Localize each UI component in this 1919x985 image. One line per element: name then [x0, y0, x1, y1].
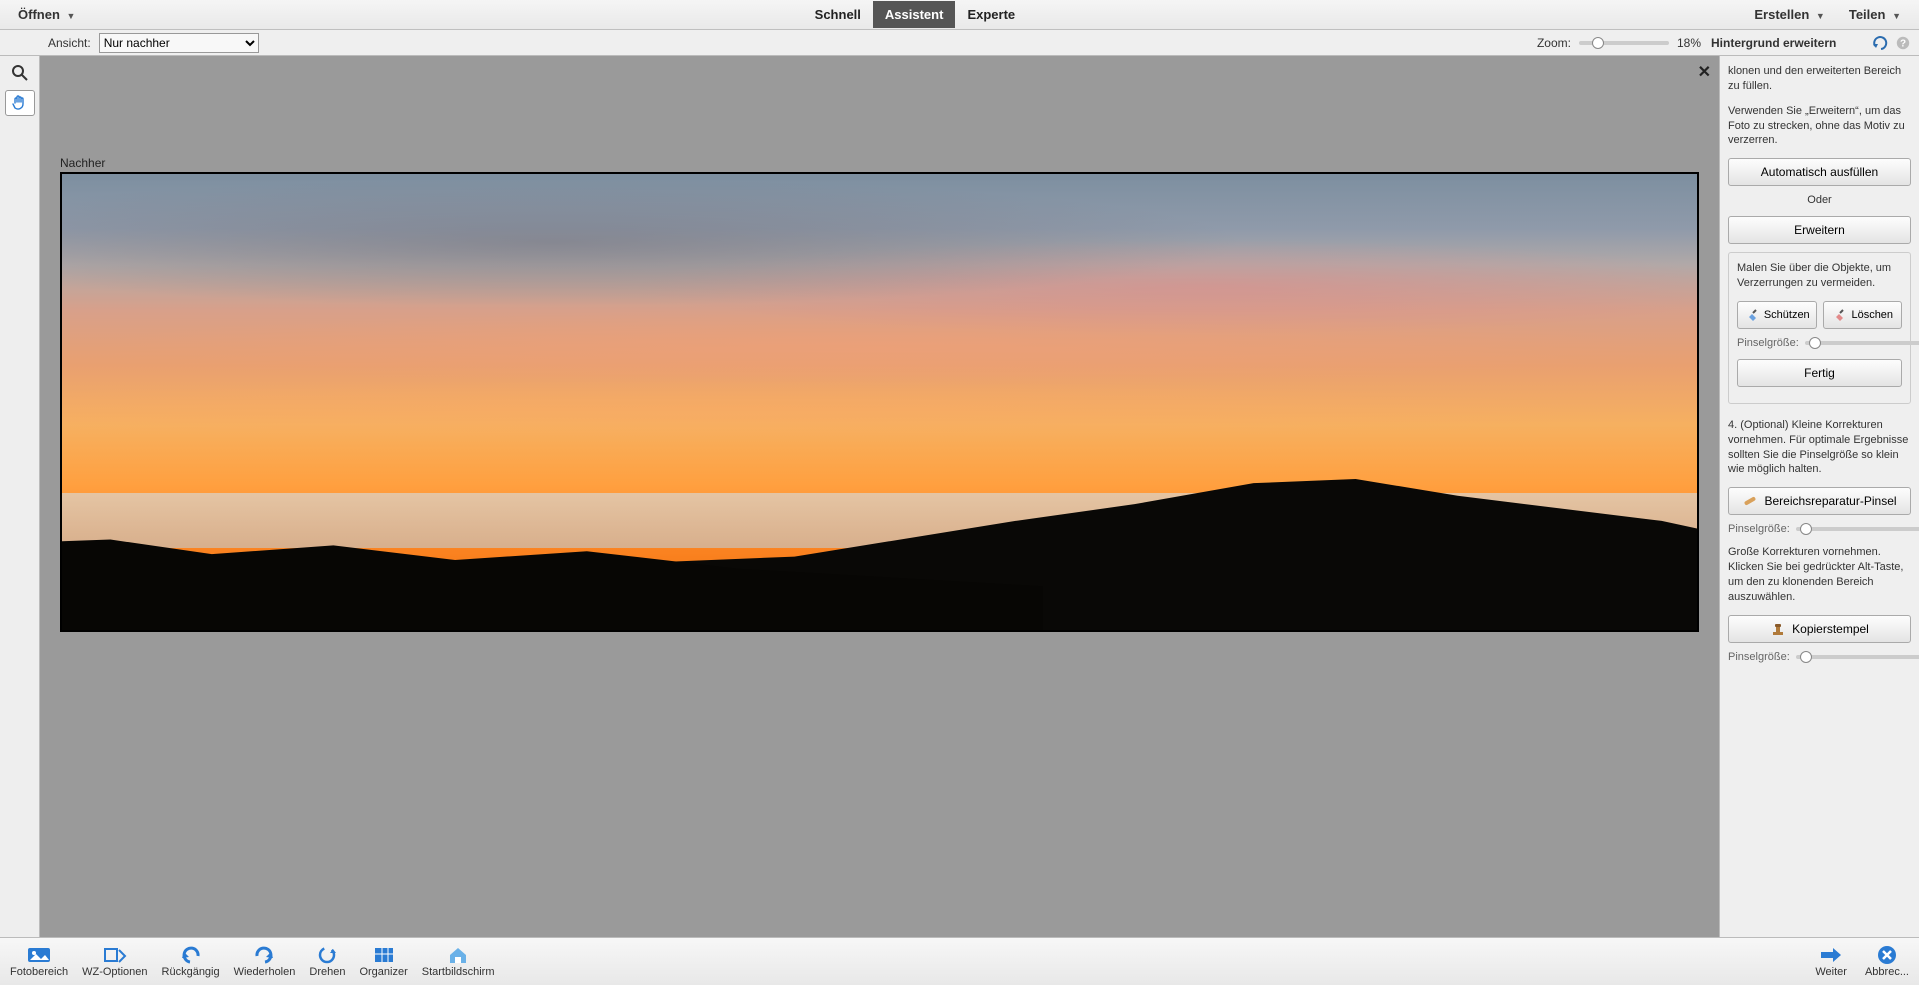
- brush-size-label-3: Pinselgröße:: [1728, 651, 1790, 663]
- paint-hint: Malen Sie über die Objekte, um Verzerrun…: [1737, 261, 1902, 291]
- rotate-button[interactable]: Drehen: [309, 945, 345, 978]
- create-label: Erstellen: [1754, 7, 1809, 22]
- close-document-icon[interactable]: ✕: [1698, 62, 1711, 82]
- zoom-slider[interactable]: [1579, 41, 1669, 45]
- rotate-icon: [314, 945, 340, 965]
- undo-icon: [178, 945, 204, 965]
- svg-text:?: ?: [1900, 38, 1906, 49]
- open-menu[interactable]: Öffnen ▼: [8, 3, 85, 26]
- create-menu[interactable]: Erstellen ▼: [1744, 3, 1834, 26]
- help-icon[interactable]: ?: [1895, 35, 1911, 51]
- zoom-tool[interactable]: [5, 60, 35, 86]
- auto-fill-button[interactable]: Automatisch ausfüllen: [1728, 158, 1911, 186]
- brush-icon: [1744, 308, 1758, 322]
- open-label: Öffnen: [18, 7, 60, 22]
- redo-button[interactable]: Wiederholen: [234, 945, 296, 978]
- big-correction-text: Große Korrekturen vornehmen. Klicken Sie…: [1728, 545, 1911, 604]
- spot-heal-button[interactable]: Bereichsreparatur-Pinsel: [1728, 487, 1911, 515]
- task-bar: Fotobereich WZ-Optionen Rückgängig Wiede…: [0, 937, 1919, 985]
- reset-icon[interactable]: [1873, 35, 1889, 51]
- organizer-button[interactable]: Organizer: [359, 945, 407, 978]
- main-area: ✕ Nachher klonen und den erweiterten Ber…: [0, 56, 1919, 937]
- after-label: Nachher: [60, 156, 105, 170]
- next-button[interactable]: Weiter: [1815, 945, 1847, 978]
- photo-bin-icon: [26, 945, 52, 965]
- caret-down-icon: ▼: [1892, 11, 1901, 21]
- brush-size-slider-3[interactable]: [1796, 655, 1919, 659]
- brush-size-slider-2[interactable]: [1796, 527, 1919, 531]
- tab-expert[interactable]: Experte: [955, 1, 1027, 28]
- photo-preview: [60, 172, 1699, 632]
- clone-stamp-button[interactable]: Kopierstempel: [1728, 615, 1911, 643]
- view-label: Ansicht:: [48, 36, 91, 50]
- cancel-icon: [1874, 945, 1900, 965]
- brush-size-label: Pinselgröße:: [1737, 337, 1799, 349]
- caret-down-icon: ▼: [1816, 11, 1825, 21]
- guided-panel: klonen und den erweiterten Bereich zu fü…: [1719, 56, 1919, 937]
- zoom-value: 18%: [1677, 36, 1701, 50]
- cancel-button[interactable]: Abbrec...: [1865, 945, 1909, 978]
- brush-size-slider-1[interactable]: [1805, 341, 1919, 345]
- share-label: Teilen: [1849, 7, 1886, 22]
- step4-text: 4. (Optional) Kleine Korrekturen vornehm…: [1728, 418, 1911, 477]
- zoom-label: Zoom:: [1537, 36, 1571, 50]
- redo-icon: [251, 945, 277, 965]
- eraser-icon: [1831, 308, 1845, 322]
- top-menu-bar: Öffnen ▼ Schnell Assistent Experte Erste…: [0, 0, 1919, 30]
- home-icon: [445, 945, 471, 965]
- paint-protect-box: Malen Sie über die Objekte, um Verzerrun…: [1728, 252, 1911, 404]
- extend-button[interactable]: Erweitern: [1728, 216, 1911, 244]
- canvas-area[interactable]: ✕ Nachher: [40, 56, 1719, 937]
- panel-title: Hintergrund erweitern: [1711, 36, 1867, 50]
- tool-options-icon: [102, 945, 128, 965]
- photo-bin-button[interactable]: Fotobereich: [10, 945, 68, 978]
- panel-text-clone: klonen und den erweiterten Bereich zu fü…: [1728, 64, 1911, 94]
- undo-button[interactable]: Rückgängig: [162, 945, 220, 978]
- tool-strip: [0, 56, 40, 937]
- done-button[interactable]: Fertig: [1737, 359, 1902, 387]
- or-label: Oder: [1728, 194, 1911, 206]
- caret-down-icon: ▼: [67, 11, 76, 21]
- protect-button[interactable]: Schützen: [1737, 301, 1817, 329]
- tab-guided[interactable]: Assistent: [873, 1, 956, 28]
- tool-options-button[interactable]: WZ-Optionen: [82, 945, 147, 978]
- options-bar: Ansicht: Nur nachher Zoom: 18% Hintergru…: [0, 30, 1919, 56]
- home-button[interactable]: Startbildschirm: [422, 945, 495, 978]
- brush-size-label-2: Pinselgröße:: [1728, 523, 1790, 535]
- stamp-icon: [1770, 621, 1786, 637]
- panel-text-extend-info: Verwenden Sie „Erweitern“, um das Foto z…: [1728, 104, 1911, 149]
- view-select[interactable]: Nur nachher: [99, 33, 259, 53]
- hand-tool[interactable]: [5, 90, 35, 116]
- tab-fast[interactable]: Schnell: [803, 1, 873, 28]
- organizer-icon: [371, 945, 397, 965]
- share-menu[interactable]: Teilen ▼: [1839, 3, 1911, 26]
- arrow-right-icon: [1818, 945, 1844, 965]
- bandage-icon: [1742, 493, 1758, 509]
- delete-button[interactable]: Löschen: [1823, 301, 1903, 329]
